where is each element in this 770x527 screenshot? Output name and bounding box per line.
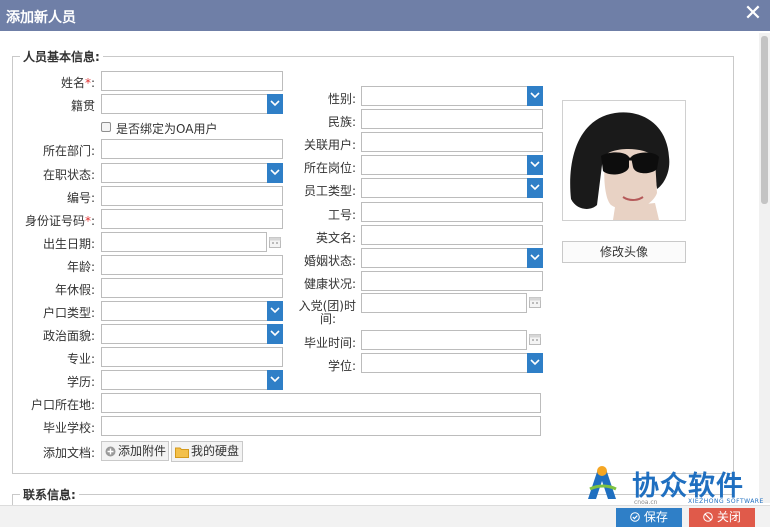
ethnic-label: 民族: <box>327 115 356 129</box>
hukou-place-label: 户口所在地: <box>30 398 95 412</box>
status-select[interactable] <box>101 163 283 183</box>
close-button[interactable]: 关闭 <box>689 508 755 527</box>
politics-select[interactable] <box>101 324 283 344</box>
name-label: 姓名*: <box>60 76 95 90</box>
logo-subtitle: XIEZHONG SOFTWARE <box>688 498 764 505</box>
add-attachment-button[interactable]: 添加附件 <box>101 441 169 461</box>
name-input[interactable] <box>101 71 283 91</box>
chevron-down-icon <box>527 248 543 268</box>
save-button[interactable]: 保存 <box>616 508 682 527</box>
check-circle-icon <box>630 512 640 522</box>
chevron-down-icon <box>267 163 283 183</box>
dept-label: 所在部门: <box>42 144 95 158</box>
plus-circle-icon <box>105 446 116 457</box>
edu-label: 学历: <box>66 375 95 389</box>
scrollbar-thumb[interactable] <box>761 36 768 204</box>
english-name-label: 英文名: <box>315 231 356 245</box>
chevron-down-icon <box>267 370 283 390</box>
gender-select[interactable] <box>361 86 543 106</box>
close-icon[interactable]: ✕ <box>742 3 764 25</box>
avatar <box>562 100 686 221</box>
emp-type-select[interactable] <box>361 178 543 198</box>
hukou-place-input[interactable] <box>101 393 541 413</box>
native-select[interactable] <box>101 94 283 114</box>
number-label: 编号: <box>66 191 95 205</box>
age-label: 年龄: <box>66 260 95 274</box>
hukou-type-label: 户口类型: <box>42 306 95 320</box>
my-disk-button[interactable]: 我的硬盘 <box>171 441 243 462</box>
calendar-icon[interactable] <box>269 236 281 248</box>
gender-label: 性别: <box>327 92 356 106</box>
linked-user-input[interactable] <box>361 132 543 152</box>
school-input[interactable] <box>101 416 541 436</box>
school-label: 毕业学校: <box>42 421 95 435</box>
dept-input[interactable] <box>101 139 283 159</box>
leave-label: 年休假: <box>54 283 95 297</box>
dialog-titlebar <box>0 0 770 31</box>
chevron-down-icon <box>267 301 283 321</box>
ethnic-input[interactable] <box>361 109 543 129</box>
english-name-input[interactable] <box>361 225 543 245</box>
ban-icon <box>703 512 713 522</box>
native-label: 籍贯 <box>70 99 95 113</box>
marital-label: 婚姻状态: <box>303 254 356 268</box>
bind-oa-checkbox[interactable] <box>101 122 111 132</box>
linked-user-label: 关联用户: <box>303 138 356 152</box>
emp-type-label: 员工类型: <box>303 184 356 198</box>
job-no-input[interactable] <box>361 202 543 222</box>
post-label: 所在岗位: <box>303 161 356 175</box>
bind-oa-label: 是否绑定为OA用户 <box>116 122 218 136</box>
idcard-input[interactable] <box>101 209 283 229</box>
degree-select[interactable] <box>361 353 543 373</box>
chevron-down-icon <box>267 324 283 344</box>
number-input[interactable] <box>101 186 283 206</box>
dialog-title: 添加新人员 <box>6 10 76 26</box>
chevron-down-icon <box>527 178 543 198</box>
edu-select[interactable] <box>101 370 283 390</box>
health-label: 健康状况: <box>303 277 356 291</box>
basic-info-legend: 人员基本信息: <box>20 48 103 65</box>
status-label: 在职状态: <box>42 168 95 182</box>
chevron-down-icon <box>267 94 283 114</box>
docs-label: 添加文档: <box>42 446 95 460</box>
birth-date-input[interactable] <box>101 232 267 252</box>
calendar-icon[interactable] <box>529 296 541 308</box>
leave-input[interactable] <box>101 278 283 298</box>
folder-icon <box>175 447 189 458</box>
grad-date-input[interactable] <box>361 330 527 350</box>
job-no-label: 工号: <box>327 208 356 222</box>
marital-select[interactable] <box>361 248 543 268</box>
degree-label: 学位: <box>327 359 356 373</box>
party-date-input[interactable] <box>361 293 527 313</box>
hukou-type-select[interactable] <box>101 301 283 321</box>
post-select[interactable] <box>361 155 543 175</box>
avatar-photo <box>563 101 685 220</box>
age-input[interactable] <box>101 255 283 275</box>
grad-time-label: 毕业时间: <box>303 336 356 350</box>
chevron-down-icon <box>527 155 543 175</box>
health-input[interactable] <box>361 271 543 291</box>
logo-url: cnoa.cn <box>634 499 658 506</box>
major-label: 专业: <box>66 352 95 366</box>
chevron-down-icon <box>527 353 543 373</box>
change-avatar-button[interactable]: 修改头像 <box>562 241 686 263</box>
birth-label: 出生日期: <box>42 237 95 251</box>
chevron-down-icon <box>527 86 543 106</box>
major-input[interactable] <box>101 347 283 367</box>
idcard-label: 身份证号码*: <box>24 214 95 228</box>
calendar-icon[interactable] <box>529 333 541 345</box>
party-time-label-2: 间: <box>319 312 337 326</box>
contact-info-legend: 联系信息: <box>20 486 79 503</box>
politics-label: 政治面貌: <box>42 329 95 343</box>
